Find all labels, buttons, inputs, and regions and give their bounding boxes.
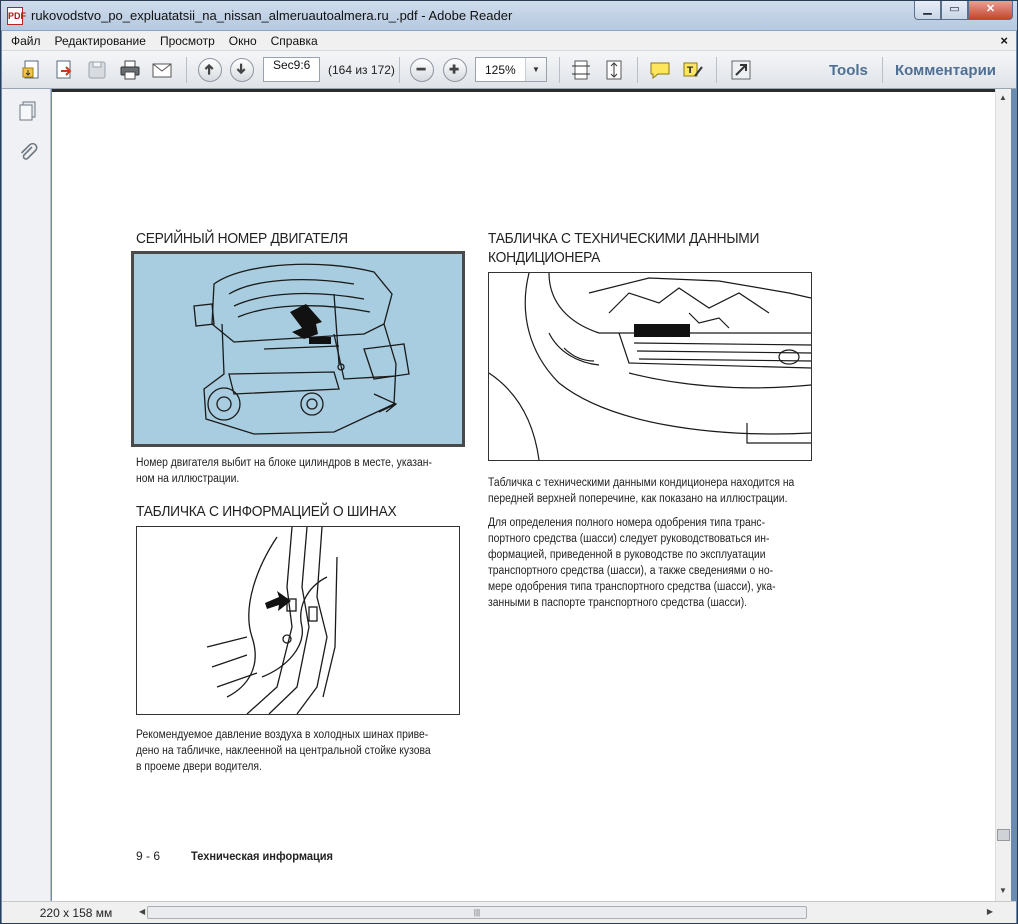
tire-info-text-line: Рекомендуемое давление воздуха в холодны… (136, 729, 429, 741)
zoom-dropdown[interactable]: 125% ▼ (475, 57, 547, 82)
highlight-text-icon[interactable]: T (681, 58, 705, 82)
zoom-in-icon[interactable] (443, 58, 467, 82)
ac-label-heading: ТАБЛИЧКА С ТЕХНИЧЕСКИМИ ДАННЫМИ (488, 230, 760, 247)
tools-pane-link[interactable]: Tools (829, 62, 868, 79)
title-bar: PDF rukovodstvo_po_expluatatsii_na_nissa… (1, 1, 1017, 31)
window-controls: ▁ ▭ ✕ (914, 1, 1013, 21)
toolbar-separator (637, 57, 638, 83)
vertical-scrollbar[interactable]: ▲ ▼ (995, 89, 1011, 901)
minimize-button[interactable]: ▁ (914, 1, 941, 20)
zoom-value: 125% (485, 63, 516, 77)
horizontal-scrollbar[interactable]: ◀ ||| ▶ (135, 905, 995, 921)
adobe-reader-window: PDF rukovodstvo_po_expluatatsii_na_nissa… (0, 0, 1018, 924)
window-title: rukovodstvo_po_expluatatsii_na_nissan_al… (31, 8, 513, 23)
comment-icon[interactable] (648, 58, 672, 82)
tire-placard-illustration (136, 526, 460, 715)
approval-text-line: Для определения полного номера одобрения… (488, 517, 766, 529)
print-icon[interactable] (118, 58, 142, 82)
horizontal-scroll-thumb[interactable]: ||| (147, 906, 807, 919)
menu-view[interactable]: Просмотр (151, 34, 220, 48)
maximize-button[interactable]: ▭ (941, 1, 968, 20)
scroll-down-icon[interactable]: ▼ (999, 886, 1007, 895)
document-view[interactable]: СЕРИЙНЫЙ НОМЕР ДВИГАТЕЛЯ Номер двигателя… (52, 89, 995, 901)
main-toolbar: Sec9:6 (164 из 172) 125% ▼ T Tools Комме… (2, 51, 1016, 89)
close-button[interactable]: ✕ (968, 1, 1013, 20)
page-size-label: 220 x 158 мм (39, 906, 113, 920)
tire-info-text-line: в проеме двери водителя. (136, 761, 262, 773)
export-pdf-icon[interactable] (52, 58, 76, 82)
page-footer-title: Техническая информация (191, 849, 333, 863)
toolbar-separator (399, 57, 400, 83)
menu-file[interactable]: Файл (2, 34, 46, 48)
scroll-up-icon[interactable]: ▲ (999, 93, 1007, 102)
menu-window[interactable]: Окно (220, 34, 262, 48)
fullscreen-icon[interactable] (729, 58, 753, 82)
pdf-page: СЕРИЙНЫЙ НОМЕР ДВИГАТЕЛЯ Номер двигателя… (52, 92, 995, 901)
save-icon[interactable] (85, 58, 109, 82)
ac-label-text-line: передней верхней поперечине, как показан… (488, 493, 788, 505)
approval-text-line: транспортного средства (шасси), а также … (488, 565, 774, 577)
page-footer-number: 9 - 6 (136, 849, 161, 863)
fit-page-icon[interactable] (602, 58, 626, 82)
ac-label-heading: КОНДИЦИОНЕРА (488, 249, 601, 266)
engine-illustration (131, 251, 465, 447)
next-page-icon[interactable] (230, 58, 254, 82)
approval-text-line: занными в паспорте транспортного средств… (488, 597, 748, 609)
zoom-out-icon[interactable] (410, 58, 434, 82)
close-document-button[interactable]: × (1000, 33, 1008, 48)
ac-label-illustration (488, 272, 812, 461)
page-number-input[interactable]: Sec9:6 (263, 57, 320, 82)
toolbar-separator (559, 57, 560, 83)
comments-pane-link[interactable]: Комментарии (895, 62, 996, 79)
toolbar-separator (716, 57, 717, 83)
vertical-scroll-thumb[interactable] (997, 829, 1010, 841)
previous-page-icon[interactable] (198, 58, 222, 82)
svg-text:T: T (687, 66, 694, 76)
menu-edit[interactable]: Редактирование (46, 34, 151, 48)
approval-text-line: формацией, приведенной в руководстве по … (488, 549, 766, 561)
toolbar-separator (186, 57, 187, 83)
scroll-left-icon[interactable]: ◀ (139, 907, 145, 916)
page-count-label: (164 из 172) (328, 63, 395, 77)
adobe-reader-icon: PDF (7, 7, 26, 25)
page-thumbnails-icon[interactable] (16, 99, 40, 123)
approval-text-line: портного средства (шасси) следует руково… (488, 533, 770, 545)
ac-label-text-line: Табличка с техническими данными кондицио… (488, 477, 795, 489)
navigation-pane (2, 89, 51, 901)
status-bar: 220 x 158 мм ◀ ||| ▶ (2, 901, 1016, 923)
email-icon[interactable] (150, 58, 174, 82)
scroll-mode-icon[interactable] (569, 58, 593, 82)
attachments-icon[interactable] (16, 141, 40, 165)
toolbar-separator (882, 57, 883, 83)
chevron-down-icon[interactable]: ▼ (525, 58, 546, 81)
tire-info-text-line: дено на табличке, наклеенной на централь… (136, 745, 431, 757)
scroll-right-icon[interactable]: ▶ (987, 907, 993, 916)
engine-serial-text-line: ном на иллюстрации. (136, 473, 240, 485)
tire-info-heading: ТАБЛИЧКА С ИНФОРМАЦИЕЙ О ШИНАХ (136, 503, 397, 520)
approval-text-line: мере одобрения типа транспортного средст… (488, 581, 776, 593)
engine-serial-text-line: Номер двигателя выбит на блоке цилиндров… (136, 457, 432, 469)
engine-serial-heading: СЕРИЙНЫЙ НОМЕР ДВИГАТЕЛЯ (136, 230, 348, 247)
menu-bar: Файл Редактирование Просмотр Окно Справк… (2, 31, 1016, 51)
menu-help[interactable]: Справка (262, 34, 323, 48)
create-pdf-icon[interactable] (20, 58, 44, 82)
